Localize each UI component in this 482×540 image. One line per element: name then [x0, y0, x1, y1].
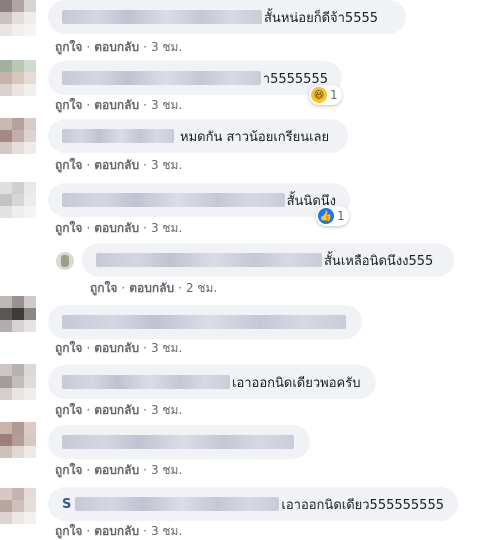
avatar[interactable] [0, 422, 36, 458]
redacted-name [62, 129, 174, 143]
author-initial[interactable]: S [62, 497, 71, 512]
comment-text: เอาออกนิดเดียวพอครับ [232, 375, 361, 391]
timestamp[interactable]: 3 ชม. [151, 403, 182, 417]
reply-link[interactable]: ตอบกลับ [94, 524, 139, 538]
timestamp[interactable]: 2 ชม. [186, 281, 217, 295]
comment-actions: ถูกใจ · ตอบกลับ · 3 ชม. [55, 341, 183, 355]
reply-link[interactable]: ตอบกลับ [94, 403, 139, 417]
reply-link[interactable]: ตอบกลับ [94, 221, 139, 235]
timestamp[interactable]: 3 ชม. [151, 221, 182, 235]
reply-link[interactable]: ตอบกลับ [94, 158, 139, 172]
redacted-name [62, 10, 262, 24]
comment-bubble: เอาออกนิดเดียวพอครับ [48, 365, 376, 399]
comment-bubble [48, 305, 362, 339]
timestamp[interactable]: 3 ชม. [151, 524, 182, 538]
like-link[interactable]: ถูกใจ [55, 463, 82, 477]
comment-bubble: สั้นนิดนึง [48, 183, 350, 217]
avatar[interactable] [0, 0, 36, 38]
like-link[interactable]: ถูกใจ [90, 281, 117, 295]
timestamp[interactable]: 3 ชม. [151, 98, 182, 112]
redacted-name [62, 375, 230, 389]
reply-link[interactable]: ตอบกลับ [129, 281, 174, 295]
avatar[interactable] [0, 296, 36, 332]
comment-text: หมดกัน สาวน้อยเกรียนเลย [180, 129, 330, 145]
redacted-text [62, 315, 346, 329]
comment-bubble: สั้นหน่อยก็ดีจ้า5555 [48, 0, 406, 34]
timestamp[interactable]: 3 ชม. [151, 158, 182, 172]
comment-actions: ถูกใจ · ตอบกลับ · 3 ชม. [55, 98, 183, 112]
like-link[interactable]: ถูกใจ [55, 341, 82, 355]
reply-link[interactable]: ตอบกลับ [94, 341, 139, 355]
avatar[interactable] [0, 182, 36, 218]
avatar[interactable] [0, 488, 36, 524]
comment-bubble [48, 425, 310, 459]
comment-actions: ถูกใจ · ตอบกลับ · 3 ชม. [55, 463, 183, 477]
like-link[interactable]: ถูกใจ [55, 221, 82, 235]
redacted-name [62, 193, 285, 207]
comment-actions: ถูกใจ · ตอบกลับ · 3 ชม. [55, 158, 183, 172]
reply-link[interactable]: ตอบกลับ [94, 40, 139, 54]
redacted-text [62, 435, 294, 449]
comment-bubble: า5555555 [48, 61, 342, 95]
reaction-count[interactable]: 👍 1 [316, 206, 349, 226]
redacted-text [62, 71, 261, 85]
timestamp[interactable]: 3 ชม. [151, 463, 182, 477]
comment-text: สั้นหน่อยก็ดีจ้า5555 [264, 10, 379, 26]
timestamp[interactable]: 3 ชม. [151, 341, 182, 355]
avatar[interactable] [0, 364, 36, 400]
haha-icon: 😆 [311, 87, 327, 103]
comment-actions: ถูกใจ · ตอบกลับ · 3 ชม. [55, 40, 183, 54]
comment-actions: ถูกใจ · ตอบกลับ · 3 ชม. [55, 221, 183, 235]
like-link[interactable]: ถูกใจ [55, 98, 82, 112]
redacted-name [96, 253, 322, 267]
reaction-count[interactable]: 😆 1 [309, 85, 342, 105]
comment-bubble: หมดกัน สาวน้อยเกรียนเลย [48, 119, 348, 153]
reply-link[interactable]: ตอบกลับ [94, 463, 139, 477]
avatar[interactable] [56, 252, 74, 270]
like-link[interactable]: ถูกใจ [55, 524, 82, 538]
reply-text: สั้นเหลือนิดนึงง555 [324, 253, 434, 269]
like-icon: 👍 [318, 208, 334, 224]
like-link[interactable]: ถูกใจ [55, 158, 82, 172]
comment-actions: ถูกใจ · ตอบกลับ · 3 ชม. [55, 403, 183, 417]
comment-bubble: S เอาออกนิดเดียว555555555 [48, 487, 458, 521]
like-link[interactable]: ถูกใจ [55, 403, 82, 417]
avatar[interactable] [0, 60, 36, 96]
reply-link[interactable]: ตอบกลับ [94, 98, 139, 112]
reply-bubble: สั้นเหลือนิดนึงง555 [82, 243, 454, 277]
comment-text: เอาออกนิดเดียว555555555 [281, 497, 444, 513]
comment-actions: ถูกใจ · ตอบกลับ · 3 ชม. [55, 524, 183, 538]
like-link[interactable]: ถูกใจ [55, 40, 82, 54]
timestamp[interactable]: 3 ชม. [151, 40, 182, 54]
reply-actions: ถูกใจ · ตอบกลับ · 2 ชม. [90, 281, 218, 295]
redacted-name [75, 497, 280, 511]
avatar[interactable] [0, 118, 36, 154]
